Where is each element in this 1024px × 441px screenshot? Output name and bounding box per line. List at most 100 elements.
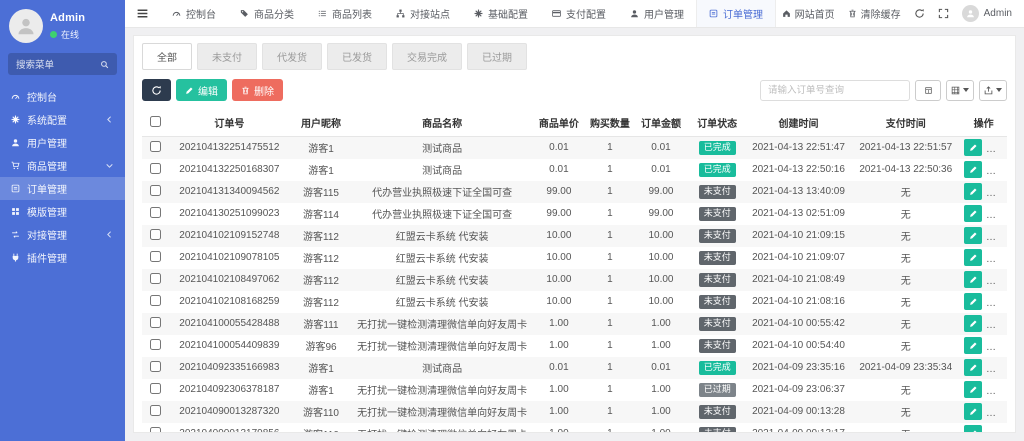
row-checkbox[interactable] — [150, 163, 161, 174]
row-delete-button[interactable] — [987, 227, 1005, 244]
row-delete-button[interactable] — [987, 425, 1005, 433]
top-tab-order-mgmt[interactable]: 订单管理 — [696, 0, 776, 27]
sidebar-item-system-config[interactable]: 系统配置 — [0, 108, 125, 131]
row-delete-button[interactable] — [987, 381, 1005, 398]
chevron-down-icon — [105, 161, 114, 170]
row-checkbox[interactable] — [150, 141, 161, 152]
sidebar-item-label: 用户管理 — [27, 135, 67, 150]
filter-tab-shipped[interactable]: 已发货 — [327, 43, 387, 70]
row-delete-button[interactable] — [987, 403, 1005, 420]
row-edit-button[interactable] — [964, 205, 982, 222]
paid-time-cell: 无 — [851, 225, 960, 247]
nickname-cell: 游客1 — [289, 159, 353, 181]
top-tab-pay-config[interactable]: 支付配置 — [540, 0, 618, 27]
nickname-cell: 游客115 — [289, 181, 353, 203]
status-badge: 已完成 — [699, 141, 736, 155]
refresh-button[interactable] — [142, 79, 171, 101]
sidebar-item-user-mgmt[interactable]: 用户管理 — [0, 131, 125, 154]
row-delete-button[interactable] — [987, 293, 1005, 310]
row-checkbox[interactable] — [150, 427, 161, 434]
top-tab-console[interactable]: 控制台 — [160, 0, 228, 27]
export-button[interactable] — [979, 80, 1007, 101]
user-icon — [11, 138, 20, 147]
menu-search-input[interactable]: 搜索菜单 — [8, 53, 117, 75]
paid-time-cell: 2021-04-13 22:50:36 — [851, 159, 960, 181]
cart-icon — [11, 161, 20, 170]
row-checkbox[interactable] — [150, 361, 161, 372]
row-edit-button[interactable] — [964, 337, 982, 354]
fullscreen-icon[interactable] — [938, 8, 949, 19]
row-checkbox[interactable] — [150, 185, 161, 196]
select-all-checkbox[interactable] — [150, 116, 161, 127]
row-delete-button[interactable] — [987, 249, 1005, 266]
delete-button[interactable]: 删除 — [232, 79, 283, 101]
columns-button[interactable] — [946, 80, 974, 101]
table-row: 202104132250168307 游客1 测试商品 0.01 1 0.01 … — [142, 159, 1007, 181]
sidebar-item-plugin-mgmt[interactable]: 插件管理 — [0, 246, 125, 269]
top-tab-goods-cat[interactable]: 商品分类 — [228, 0, 306, 27]
sidebar-item-template-mgmt[interactable]: 模版管理 — [0, 200, 125, 223]
edit-button[interactable]: 编辑 — [176, 79, 227, 101]
site-home-link[interactable]: 网站首页 — [782, 6, 835, 21]
filter-tab-expired[interactable]: 已过期 — [467, 43, 527, 70]
refresh-icon[interactable] — [914, 8, 925, 19]
row-edit-button[interactable] — [964, 425, 982, 433]
hamburger-menu-icon[interactable] — [125, 7, 160, 20]
created-time-cell: 2021-04-13 13:40:09 — [746, 181, 852, 203]
row-delete-button[interactable] — [987, 205, 1005, 222]
filter-tab-completed[interactable]: 交易完成 — [392, 43, 462, 70]
row-checkbox[interactable] — [150, 273, 161, 284]
price-cell: 1.00 — [531, 313, 586, 335]
filter-tab-unpaid[interactable]: 未支付 — [197, 43, 257, 70]
row-delete-button[interactable] — [987, 315, 1005, 332]
row-delete-button[interactable] — [987, 271, 1005, 288]
clear-cache-link[interactable]: 清除缓存 — [848, 6, 901, 21]
row-checkbox[interactable] — [150, 317, 161, 328]
pencil-icon — [969, 143, 978, 152]
order-no-cell: 202104102108168259 — [170, 291, 289, 313]
row-checkbox[interactable] — [150, 295, 161, 306]
row-edit-button[interactable] — [964, 161, 982, 178]
order-no-cell: 202104100055428488 — [170, 313, 289, 335]
row-edit-button[interactable] — [964, 381, 982, 398]
row-edit-button[interactable] — [964, 249, 982, 266]
row-edit-button[interactable] — [964, 183, 982, 200]
row-edit-button[interactable] — [964, 403, 982, 420]
row-delete-button[interactable] — [987, 183, 1005, 200]
top-tab-user-mgmt[interactable]: 用户管理 — [618, 0, 696, 27]
sidebar-item-dock-mgmt[interactable]: 对接管理 — [0, 223, 125, 246]
sidebar-item-goods-mgmt[interactable]: 商品管理 — [0, 154, 125, 177]
sidebar-item-console[interactable]: 控制台 — [0, 85, 125, 108]
row-delete-button[interactable] — [987, 139, 1005, 156]
trash-icon — [992, 275, 1001, 284]
filter-tab-all[interactable]: 全部 — [142, 43, 192, 70]
row-edit-button[interactable] — [964, 139, 982, 156]
table-row: 202104092306378187 游客1 无打扰一键检测清理微信单向好友周卡… — [142, 379, 1007, 401]
pencil-icon — [969, 319, 978, 328]
row-checkbox[interactable] — [150, 339, 161, 350]
top-tab-goods-list[interactable]: 商品列表 — [306, 0, 384, 27]
row-edit-button[interactable] — [964, 359, 982, 376]
top-tab-dock-site[interactable]: 对接站点 — [384, 0, 462, 27]
user-name: Admin — [50, 12, 85, 24]
topbar-user-menu[interactable]: Admin — [962, 5, 1012, 22]
row-edit-button[interactable] — [964, 293, 982, 310]
toggle-view-button[interactable] — [915, 80, 941, 101]
row-checkbox[interactable] — [150, 405, 161, 416]
row-edit-button[interactable] — [964, 271, 982, 288]
row-delete-button[interactable] — [987, 337, 1005, 354]
filter-tab-to-ship[interactable]: 代发货 — [262, 43, 322, 70]
row-checkbox[interactable] — [150, 229, 161, 240]
sidebar-item-order-mgmt[interactable]: 订单管理 — [0, 177, 125, 200]
row-checkbox[interactable] — [150, 251, 161, 262]
order-icon — [11, 184, 20, 193]
order-search-input[interactable] — [760, 80, 910, 101]
row-delete-button[interactable] — [987, 161, 1005, 178]
pencil-icon — [969, 231, 978, 240]
row-checkbox[interactable] — [150, 383, 161, 394]
row-delete-button[interactable] — [987, 359, 1005, 376]
top-tab-base-config[interactable]: 基础配置 — [462, 0, 540, 27]
row-edit-button[interactable] — [964, 315, 982, 332]
row-edit-button[interactable] — [964, 227, 982, 244]
row-checkbox[interactable] — [150, 207, 161, 218]
